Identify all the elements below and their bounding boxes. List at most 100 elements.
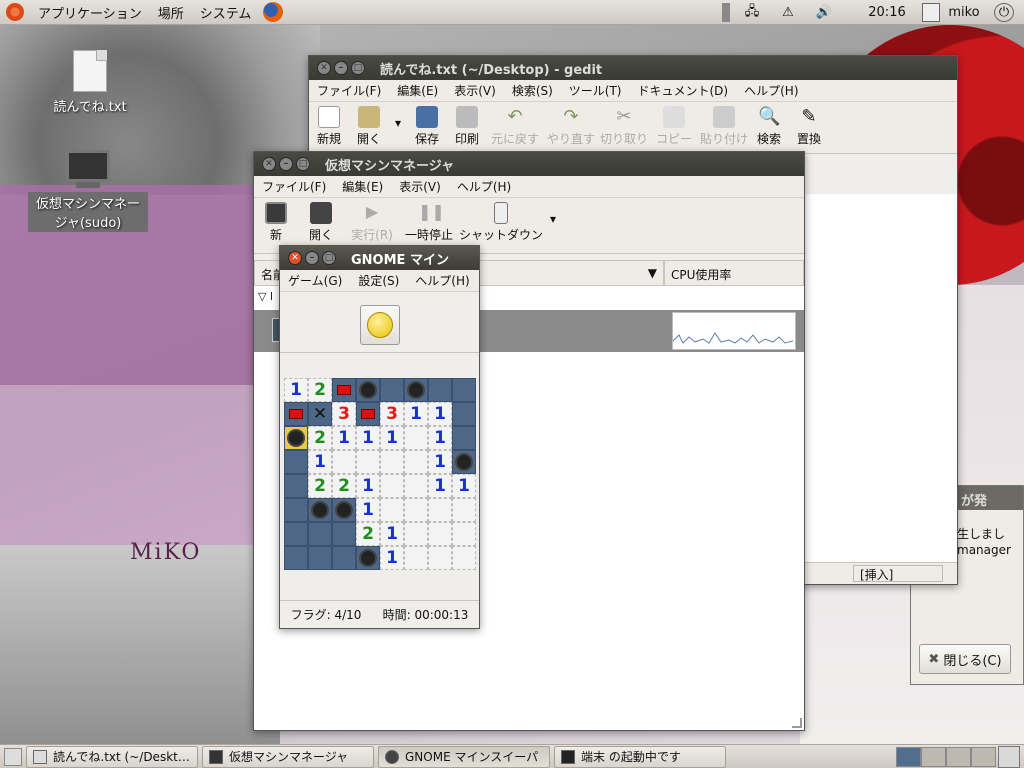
cell-covered[interactable] [308, 522, 332, 546]
cell-revealed[interactable]: 1 [428, 474, 452, 498]
user-icon[interactable] [922, 3, 940, 22]
cell-revealed[interactable]: 1 [428, 450, 452, 474]
virt-titlebar[interactable]: ✕ – □ 仮想マシンマネージャ [254, 152, 804, 176]
gedit-titlebar[interactable]: ✕ – □ 読んでね.txt (~/Desktop) - gedit [309, 56, 957, 80]
desktop-icon-readme[interactable]: 読んでね.txt [40, 50, 140, 115]
cell-revealed[interactable] [428, 498, 452, 522]
open-dropdown-button[interactable]: ▾ [389, 102, 407, 130]
maximize-icon[interactable]: □ [351, 61, 365, 75]
task-terminal[interactable]: 端末 の起動中です [554, 745, 726, 768]
cell-revealed[interactable]: 2 [356, 522, 380, 546]
cell-revealed[interactable] [404, 474, 428, 498]
user-name[interactable]: miko [944, 3, 984, 22]
menu-documents[interactable]: ドキュメント(D) [630, 82, 737, 99]
print-button[interactable]: 印刷 [447, 102, 487, 147]
update-notifier-icon[interactable]: ⚠ [776, 3, 800, 22]
column-header-cpu[interactable]: CPU使用率 [664, 260, 804, 286]
cell-revealed[interactable]: 1 [284, 378, 308, 402]
workspace-4[interactable] [971, 747, 996, 767]
cell-mine[interactable] [332, 498, 356, 522]
menu-places[interactable]: 場所 [150, 3, 192, 22]
cell-revealed[interactable]: 1 [332, 426, 356, 450]
menu-file[interactable]: ファイル(F) [254, 178, 334, 195]
menu-system[interactable]: システム [192, 3, 260, 22]
shutdown-button[interactable]: シャットダウン [458, 198, 544, 243]
mines-titlebar[interactable]: ✕ – □ GNOME マイン [280, 246, 479, 270]
copy-button[interactable]: コピー [649, 102, 699, 147]
cell-revealed[interactable] [380, 450, 404, 474]
cell-revealed[interactable] [428, 546, 452, 570]
find-button[interactable]: 🔍 検索 [749, 102, 789, 147]
menu-help[interactable]: ヘルプ(H) [736, 82, 806, 99]
open-button[interactable]: 開く [349, 102, 389, 147]
menu-edit[interactable]: 編集(E) [389, 82, 446, 99]
cell-flagged[interactable] [356, 402, 380, 426]
maximize-icon[interactable]: □ [322, 251, 336, 265]
close-button[interactable]: ✖ 閉じる(C) [919, 644, 1011, 674]
ubuntu-logo-icon[interactable] [6, 3, 24, 21]
cell-flagged[interactable] [284, 402, 308, 426]
menu-tools[interactable]: ツール(T) [561, 82, 630, 99]
cell-revealed[interactable]: 1 [452, 474, 476, 498]
open-vm-button[interactable]: 開く [298, 198, 344, 243]
cell-revealed[interactable]: 1 [380, 522, 404, 546]
cell-revealed[interactable] [404, 450, 428, 474]
cell-revealed[interactable] [452, 498, 476, 522]
cell-mine[interactable] [356, 378, 380, 402]
cell-mine[interactable] [308, 498, 332, 522]
cell-revealed[interactable] [452, 522, 476, 546]
cell-covered[interactable] [332, 546, 356, 570]
cell-covered[interactable] [284, 546, 308, 570]
menu-help[interactable]: ヘルプ(H) [407, 272, 477, 289]
cell-exploded-mine[interactable] [284, 426, 308, 450]
workspace-2[interactable] [921, 747, 946, 767]
replace-button[interactable]: ✎ 置換 [789, 102, 829, 147]
panel-handle[interactable] [722, 3, 730, 22]
paste-button[interactable]: 貼り付け [699, 102, 749, 147]
redo-button[interactable]: ↷ やり直す [543, 102, 599, 147]
cell-covered[interactable] [428, 378, 452, 402]
minimize-icon[interactable]: – [279, 157, 293, 171]
cell-covered[interactable] [452, 378, 476, 402]
cell-revealed[interactable] [428, 522, 452, 546]
show-desktop-icon[interactable] [4, 747, 22, 766]
task-virt-manager[interactable]: 仮想マシンマネージャ [202, 745, 374, 768]
cell-revealed[interactable]: 1 [380, 546, 404, 570]
network-icon[interactable]: 🖧 [740, 3, 764, 22]
cell-revealed[interactable] [332, 450, 356, 474]
menu-edit[interactable]: 編集(E) [334, 178, 391, 195]
new-button[interactable]: 新規 [309, 102, 349, 147]
cell-covered[interactable] [380, 378, 404, 402]
cell-revealed[interactable]: 1 [428, 402, 452, 426]
menu-help[interactable]: ヘルプ(H) [449, 178, 519, 195]
power-icon[interactable]: ⏻ [994, 3, 1014, 22]
cell-revealed[interactable]: 2 [332, 474, 356, 498]
menu-view[interactable]: 表示(V) [391, 178, 449, 195]
cell-revealed[interactable]: 1 [380, 426, 404, 450]
close-icon[interactable]: ✕ [262, 157, 276, 171]
cell-revealed[interactable] [380, 474, 404, 498]
cell-revealed[interactable] [404, 426, 428, 450]
cell-revealed[interactable] [404, 546, 428, 570]
cell-revealed[interactable]: 1 [404, 402, 428, 426]
mine-field[interactable]: 1 2 ✕ 3 3 1 1 2 1 1 1 1 1 1 2 2 1 1 1 1 2 1 1 [284, 378, 476, 570]
workspace-1[interactable] [896, 747, 921, 767]
cell-revealed[interactable]: 2 [308, 378, 332, 402]
cell-revealed[interactable]: 1 [356, 498, 380, 522]
menu-settings[interactable]: 設定(S) [350, 272, 407, 289]
cell-wrong-flag[interactable]: ✕ [308, 402, 332, 426]
menu-game[interactable]: ゲーム(G) [280, 272, 350, 289]
menu-file[interactable]: ファイル(F) [309, 82, 389, 99]
minimize-icon[interactable]: – [305, 251, 319, 265]
save-button[interactable]: 保存 [407, 102, 447, 147]
cell-covered[interactable] [332, 522, 356, 546]
cell-covered[interactable] [284, 522, 308, 546]
cell-revealed[interactable] [452, 546, 476, 570]
cell-revealed[interactable]: 1 [308, 450, 332, 474]
task-gedit[interactable]: 読んでね.txt (~/Deskt… [26, 745, 198, 768]
trash-icon[interactable] [998, 746, 1020, 768]
cell-revealed[interactable] [380, 498, 404, 522]
maximize-icon[interactable]: □ [296, 157, 310, 171]
close-icon[interactable]: ✕ [288, 251, 302, 265]
cell-revealed[interactable]: 2 [308, 474, 332, 498]
